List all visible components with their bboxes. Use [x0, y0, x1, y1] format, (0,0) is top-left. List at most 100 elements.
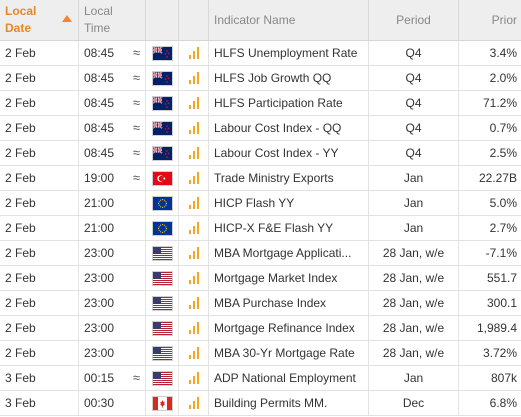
period-text: 28 Jan, w/e [382, 271, 445, 285]
new-zealand-flag-icon [152, 45, 172, 60]
table-row[interactable]: 2 Feb 21:00 HICP-X F&E Flash YY Jan 2.7% [0, 216, 521, 241]
row-prior: 2.5% [459, 141, 521, 165]
indicator-name-text[interactable]: MBA 30-Yr Mortgage Rate [214, 346, 355, 360]
importance-bars-icon [188, 372, 199, 384]
sort-ascending-icon[interactable] [62, 15, 72, 22]
table-row[interactable]: 2 Feb 08:45 ≈ Labour Cost Index - QQ Q4 0.7% [0, 116, 521, 141]
indicator-name-text[interactable]: Trade Ministry Exports [214, 171, 334, 185]
row-country [146, 141, 179, 165]
row-time: 08:45 ≈ [79, 116, 146, 140]
column-header-local-time[interactable]: Local Time [79, 0, 146, 40]
row-indicator-name[interactable]: Labour Cost Index - YY [209, 141, 369, 165]
row-indicator-name[interactable]: Labour Cost Index - QQ [209, 116, 369, 140]
table-row[interactable]: 2 Feb 23:00 MBA Mortgage Applicati... 28 Ja… [0, 241, 521, 266]
row-country [146, 241, 179, 265]
prior-value: 71.2% [482, 96, 517, 110]
indicator-name-text[interactable]: Labour Cost Index - YY [214, 146, 339, 160]
importance-bars-icon [188, 272, 199, 284]
row-indicator-name[interactable]: ADP National Employment [209, 366, 369, 390]
indicator-name-text[interactable]: MBA Purchase Index [214, 296, 326, 310]
row-indicator-name[interactable]: MBA Purchase Index [209, 291, 369, 315]
row-period: Jan [369, 216, 459, 240]
time-text: 08:45 [84, 71, 115, 85]
eurozone-flag-icon [152, 221, 172, 235]
row-country [146, 266, 179, 290]
row-country [146, 341, 179, 365]
period-text: Q4 [405, 96, 422, 110]
table-row[interactable]: 2 Feb 21:00 HICP Flash YY Jan 5.0% [0, 191, 521, 216]
row-period: Q4 [369, 91, 459, 115]
row-prior: 22.27B [459, 166, 521, 190]
united-states-flag-icon [152, 296, 172, 310]
period-text: 28 Jan, w/e [382, 246, 445, 260]
row-date: 3 Feb [0, 366, 79, 390]
economic-calendar-table: Local Date Local Time Indicator Name Per… [0, 0, 521, 417]
table-row[interactable]: 2 Feb 19:00 ≈ Trade Ministry Exports Jan 22.2… [0, 166, 521, 191]
column-header-importance[interactable] [179, 0, 209, 40]
row-indicator-name[interactable]: HLFS Participation Rate [209, 91, 369, 115]
row-indicator-name[interactable]: HLFS Unemployment Rate [209, 41, 369, 65]
row-indicator-name[interactable]: HLFS Job Growth QQ [209, 66, 369, 90]
time-text: 00:15 [84, 371, 115, 385]
turkey-flag-icon [152, 171, 172, 185]
row-importance [179, 191, 209, 215]
prior-value: 0.7% [489, 121, 517, 135]
time-text: 19:00 [84, 171, 115, 185]
row-indicator-name[interactable]: MBA 30-Yr Mortgage Rate [209, 341, 369, 365]
row-indicator-name[interactable]: Mortgage Market Index [209, 266, 369, 290]
row-period: Jan [369, 191, 459, 215]
approximate-icon: ≈ [132, 95, 140, 110]
row-prior: 3.72% [459, 341, 521, 365]
importance-bars-icon [188, 322, 199, 334]
indicator-name-text[interactable]: HICP Flash YY [214, 196, 294, 210]
row-indicator-name[interactable]: HICP-X F&E Flash YY [209, 216, 369, 240]
row-time: 19:00 ≈ [79, 166, 146, 190]
row-prior: 551.7 [459, 266, 521, 290]
table-row[interactable]: 2 Feb 23:00 Mortgage Market Index 28 Jan, w… [0, 266, 521, 291]
table-row[interactable]: 2 Feb 08:45 ≈ HLFS Participation Rate Q4 71.2… [0, 91, 521, 116]
table-row[interactable]: 2 Feb 08:45 ≈ Labour Cost Index - YY Q4 2.5% [0, 141, 521, 166]
row-indicator-name[interactable]: Mortgage Refinance Index [209, 316, 369, 340]
indicator-name-text[interactable]: HICP-X F&E Flash YY [214, 221, 333, 235]
importance-bars-icon [188, 97, 199, 109]
row-time: 23:00 [79, 241, 146, 265]
date-text: 2 Feb [5, 271, 36, 285]
column-header-prior[interactable]: Prior [459, 0, 521, 40]
column-header-indicator-name[interactable]: Indicator Name [209, 0, 369, 40]
column-header-country[interactable] [146, 0, 179, 40]
indicator-name-text[interactable]: HLFS Unemployment Rate [214, 46, 357, 60]
row-indicator-name[interactable]: HICP Flash YY [209, 191, 369, 215]
row-indicator-name[interactable]: Building Permits MM. [209, 391, 369, 415]
column-header-period[interactable]: Period [369, 0, 459, 40]
local-date-label: Local Date [5, 4, 37, 35]
column-header-local-date[interactable]: Local Date [0, 0, 79, 40]
period-text: Jan [403, 371, 424, 385]
period-label: Period [396, 13, 431, 27]
row-indicator-name[interactable]: MBA Mortgage Applicati... [209, 241, 369, 265]
importance-bars-icon [188, 222, 199, 234]
table-row[interactable]: 2 Feb 08:45 ≈ HLFS Unemployment Rate Q4 3.4% [0, 41, 521, 66]
indicator-name-text[interactable]: ADP National Employment [214, 371, 356, 385]
table-row[interactable]: 2 Feb 08:45 ≈ HLFS Job Growth QQ Q4 2.0% [0, 66, 521, 91]
period-text: Q4 [405, 46, 422, 60]
indicator-name-text[interactable]: Mortgage Market Index [214, 271, 337, 285]
indicator-name-text[interactable]: HLFS Participation Rate [214, 96, 343, 110]
period-text: Jan [403, 171, 424, 185]
table-row[interactable]: 3 Feb 00:30 Building Permits MM. Dec 6.8% [0, 391, 521, 416]
time-text: 08:45 [84, 46, 115, 60]
indicator-name-text[interactable]: MBA Mortgage Applicati... [214, 246, 351, 260]
row-indicator-name[interactable]: Trade Ministry Exports [209, 166, 369, 190]
indicator-name-text[interactable]: Building Permits MM. [214, 396, 327, 410]
table-row[interactable]: 2 Feb 23:00 MBA 30-Yr Mortgage Rate 28 Jan,… [0, 341, 521, 366]
prior-value: 1,989.4 [476, 321, 517, 335]
row-period: Q4 [369, 141, 459, 165]
indicator-name-text[interactable]: HLFS Job Growth QQ [214, 71, 331, 85]
table-row[interactable]: 2 Feb 23:00 Mortgage Refinance Index 28 Jan… [0, 316, 521, 341]
indicator-name-text[interactable]: Labour Cost Index - QQ [214, 121, 341, 135]
row-date: 2 Feb [0, 266, 79, 290]
time-text: 23:00 [84, 246, 115, 260]
table-row[interactable]: 2 Feb 23:00 MBA Purchase Index 28 Jan, w/e 3… [0, 291, 521, 316]
indicator-name-text[interactable]: Mortgage Refinance Index [214, 321, 355, 335]
time-text: 21:00 [84, 221, 115, 235]
table-row[interactable]: 3 Feb 00:15 ≈ ADP National Employment Jan 807… [0, 366, 521, 391]
